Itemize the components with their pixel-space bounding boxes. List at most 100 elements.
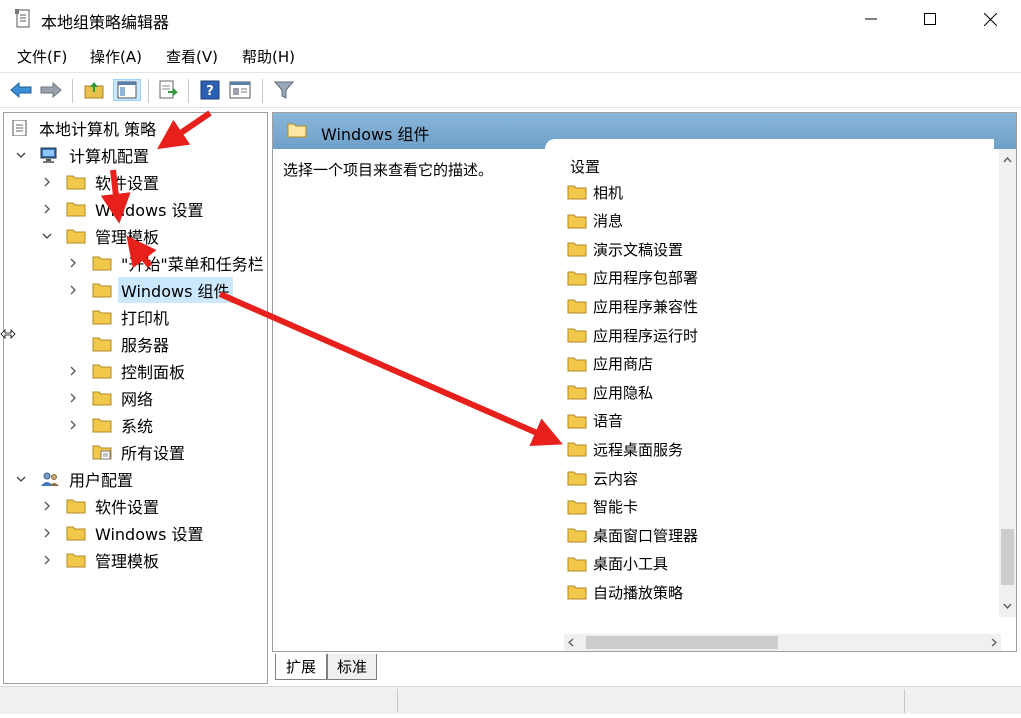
folder-icon (567, 528, 587, 543)
tree-item-label: Windows 组件 (118, 277, 233, 303)
settings-item-label: 应用商店 (593, 355, 654, 374)
settings-item-label: 云内容 (593, 469, 639, 488)
tree-item-printers[interactable]: 打印机 (92, 304, 172, 330)
folder-icon (567, 500, 587, 515)
settings-item[interactable]: 云内容 (567, 465, 638, 491)
window-title: 本地组策略编辑器 (41, 13, 170, 32)
chevron-down-icon[interactable] (40, 229, 54, 243)
tree-item-label: 软件设置 (95, 498, 160, 517)
horizontal-scrollbar[interactable] (564, 634, 1001, 651)
settings-item[interactable]: 演示文稿设置 (567, 236, 683, 262)
menu-help[interactable]: 帮助(H) (242, 46, 295, 67)
column-header-settings[interactable]: 设置 (570, 156, 600, 177)
settings-item[interactable]: 消息 (567, 208, 623, 234)
folder-icon (92, 256, 112, 271)
chevron-right-icon[interactable] (40, 499, 54, 513)
folder-icon (567, 557, 587, 572)
folder-icon (92, 391, 112, 406)
folder-icon (567, 299, 587, 314)
settings-item[interactable]: 应用隐私 (567, 379, 653, 405)
back-arrow-icon (10, 82, 32, 98)
settings-item[interactable]: 应用程序包部署 (567, 265, 698, 291)
folder-icon (567, 185, 587, 200)
tree-item-user-admin[interactable]: 管理模板 (40, 547, 162, 573)
tree-item-admin-templates[interactable]: 管理模板 (40, 223, 162, 249)
back-button[interactable] (10, 79, 32, 101)
tab-standard[interactable]: 标准 (327, 654, 377, 680)
tree-item-network[interactable]: 网络 (66, 385, 156, 411)
status-divider (904, 689, 905, 713)
scroll-up-icon[interactable] (1003, 157, 1012, 163)
settings-item[interactable]: 语音 (567, 408, 623, 434)
settings-item[interactable]: 应用程序运行时 (567, 322, 698, 348)
tree-item-system[interactable]: 系统 (66, 412, 156, 438)
tree-item-computer-windows[interactable]: Windows 设置 (40, 196, 207, 222)
title-bar: 本地组策略编辑器 (0, 0, 1021, 38)
scroll-left-icon[interactable] (568, 638, 574, 647)
chevron-right-icon[interactable] (40, 553, 54, 567)
tree-item-user-config[interactable]: 用户配置 (14, 466, 136, 492)
close-button[interactable] (960, 0, 1020, 38)
chevron-right-icon[interactable] (66, 391, 80, 405)
settings-item[interactable]: 应用程序兼容性 (567, 293, 698, 319)
tree-item-control-panel[interactable]: 控制面板 (66, 358, 188, 384)
forward-arrow-icon (40, 82, 62, 98)
scroll-right-icon[interactable] (991, 638, 997, 647)
folder-icon (567, 214, 587, 229)
menu-file[interactable]: 文件(F) (17, 46, 67, 67)
settings-item[interactable]: 应用商店 (567, 351, 653, 377)
menu-action[interactable]: 操作(A) (90, 46, 142, 67)
maximize-button[interactable] (900, 0, 960, 38)
description-panel: 选择一个项目来查看它的描述。 (273, 149, 545, 651)
tree-item-label: Windows 设置 (95, 525, 204, 544)
folder-icon (567, 585, 587, 600)
show-hide-tree-button[interactable] (113, 79, 141, 101)
filter-button[interactable] (273, 79, 295, 101)
tree-item-servers[interactable]: 服务器 (92, 331, 172, 357)
folder-icon (66, 499, 86, 514)
chevron-right-icon[interactable] (40, 202, 54, 216)
settings-item[interactable]: 相机 (567, 179, 623, 205)
tree-item-windows-components[interactable]: Windows 组件 (66, 277, 233, 303)
folder-icon (567, 385, 587, 400)
scroll-down-icon[interactable] (1003, 603, 1012, 609)
vertical-scroll-thumb[interactable] (1001, 529, 1014, 585)
tree-item-root[interactable]: 本地计算机 策略 (10, 115, 159, 141)
tree-item-start-menu[interactable]: "开始"菜单和任务栏 (66, 250, 267, 276)
tree-item-label: 计算机配置 (69, 147, 150, 166)
settings-item[interactable]: 桌面小工具 (567, 551, 668, 577)
export-list-button[interactable] (157, 79, 179, 101)
settings-item[interactable]: 桌面窗口管理器 (567, 522, 698, 548)
settings-item[interactable]: 智能卡 (567, 494, 638, 520)
chevron-right-icon[interactable] (40, 526, 54, 540)
up-one-level-button[interactable] (83, 79, 105, 101)
settings-item-label: 远程桌面服务 (593, 440, 684, 459)
tree-item-label: 服务器 (121, 336, 170, 355)
chevron-right-icon[interactable] (66, 364, 80, 378)
tree-item-computer-config[interactable]: 计算机配置 (14, 142, 152, 168)
forward-button[interactable] (40, 79, 62, 101)
menu-view[interactable]: 查看(V) (166, 46, 218, 67)
horizontal-scroll-thumb[interactable] (586, 636, 778, 649)
tab-extended[interactable]: 扩展 (275, 654, 327, 680)
tree-item-all-settings[interactable]: 所有设置 (92, 439, 188, 465)
folder-icon (92, 310, 112, 325)
chevron-right-icon[interactable] (66, 418, 80, 432)
help-button[interactable]: ? (199, 79, 221, 101)
chevron-right-icon[interactable] (40, 175, 54, 189)
chevron-right-icon[interactable] (66, 256, 80, 270)
resize-cursor-icon (0, 329, 16, 339)
chevron-down-icon[interactable] (14, 148, 28, 162)
chevron-right-icon[interactable] (66, 283, 80, 297)
settings-item[interactable]: 远程桌面服务 (567, 436, 683, 462)
chevron-down-icon[interactable] (14, 472, 28, 486)
minimize-icon (865, 18, 877, 20)
tree-item-user-windows[interactable]: Windows 设置 (40, 520, 207, 546)
minimize-button[interactable] (841, 0, 901, 38)
settings-item[interactable]: 自动播放策略 (567, 579, 683, 605)
properties-button[interactable] (229, 79, 251, 101)
vertical-scrollbar[interactable] (999, 149, 1016, 617)
tree-item-computer-software[interactable]: 软件设置 (40, 169, 162, 195)
tree-item-user-software[interactable]: 软件设置 (40, 493, 162, 519)
details-title: Windows 组件 (321, 125, 430, 144)
